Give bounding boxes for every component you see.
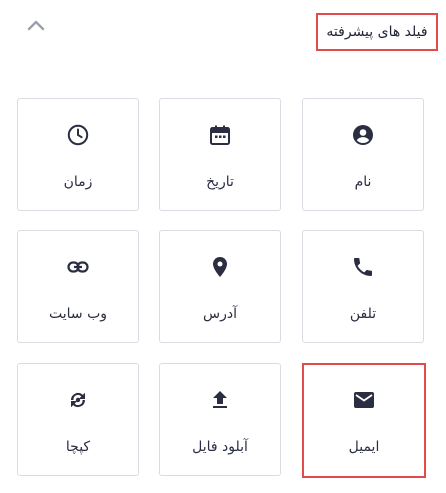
chevron-up-icon[interactable] xyxy=(26,18,46,34)
clock-icon xyxy=(66,123,90,147)
mail-icon xyxy=(352,388,376,412)
field-label: وب سایت xyxy=(48,306,108,322)
field-label: آبلود فایل xyxy=(192,439,248,455)
field-label: آدرس xyxy=(203,306,237,322)
field-card-captcha[interactable]: کپچا xyxy=(17,363,139,476)
field-label: زمان xyxy=(63,174,93,190)
map-pin-icon xyxy=(208,255,232,279)
field-card-phone[interactable]: تلفن xyxy=(302,230,424,343)
field-card-website[interactable]: وب سایت xyxy=(17,230,139,343)
field-label: کپچا xyxy=(65,439,91,455)
field-card-address[interactable]: آدرس xyxy=(159,230,281,343)
field-label: تلفن xyxy=(349,306,377,322)
field-card-date[interactable]: تاریخ xyxy=(159,98,281,211)
field-card-upload[interactable]: آبلود فایل xyxy=(159,363,281,476)
section-title: فیلد های پیشرفته xyxy=(316,13,438,51)
calendar-icon xyxy=(208,123,232,147)
field-label: نام xyxy=(354,174,372,190)
field-label: تاریخ xyxy=(206,174,234,190)
field-card-name[interactable]: نام xyxy=(302,98,424,211)
account-circle-icon xyxy=(351,123,375,147)
field-card-email[interactable]: ایمیل xyxy=(302,363,426,478)
field-card-time[interactable]: زمان xyxy=(17,98,139,211)
phone-icon xyxy=(351,255,375,279)
captcha-icon xyxy=(66,388,90,412)
upload-icon xyxy=(208,388,232,412)
link-icon xyxy=(66,255,90,279)
field-label: ایمیل xyxy=(348,439,380,455)
